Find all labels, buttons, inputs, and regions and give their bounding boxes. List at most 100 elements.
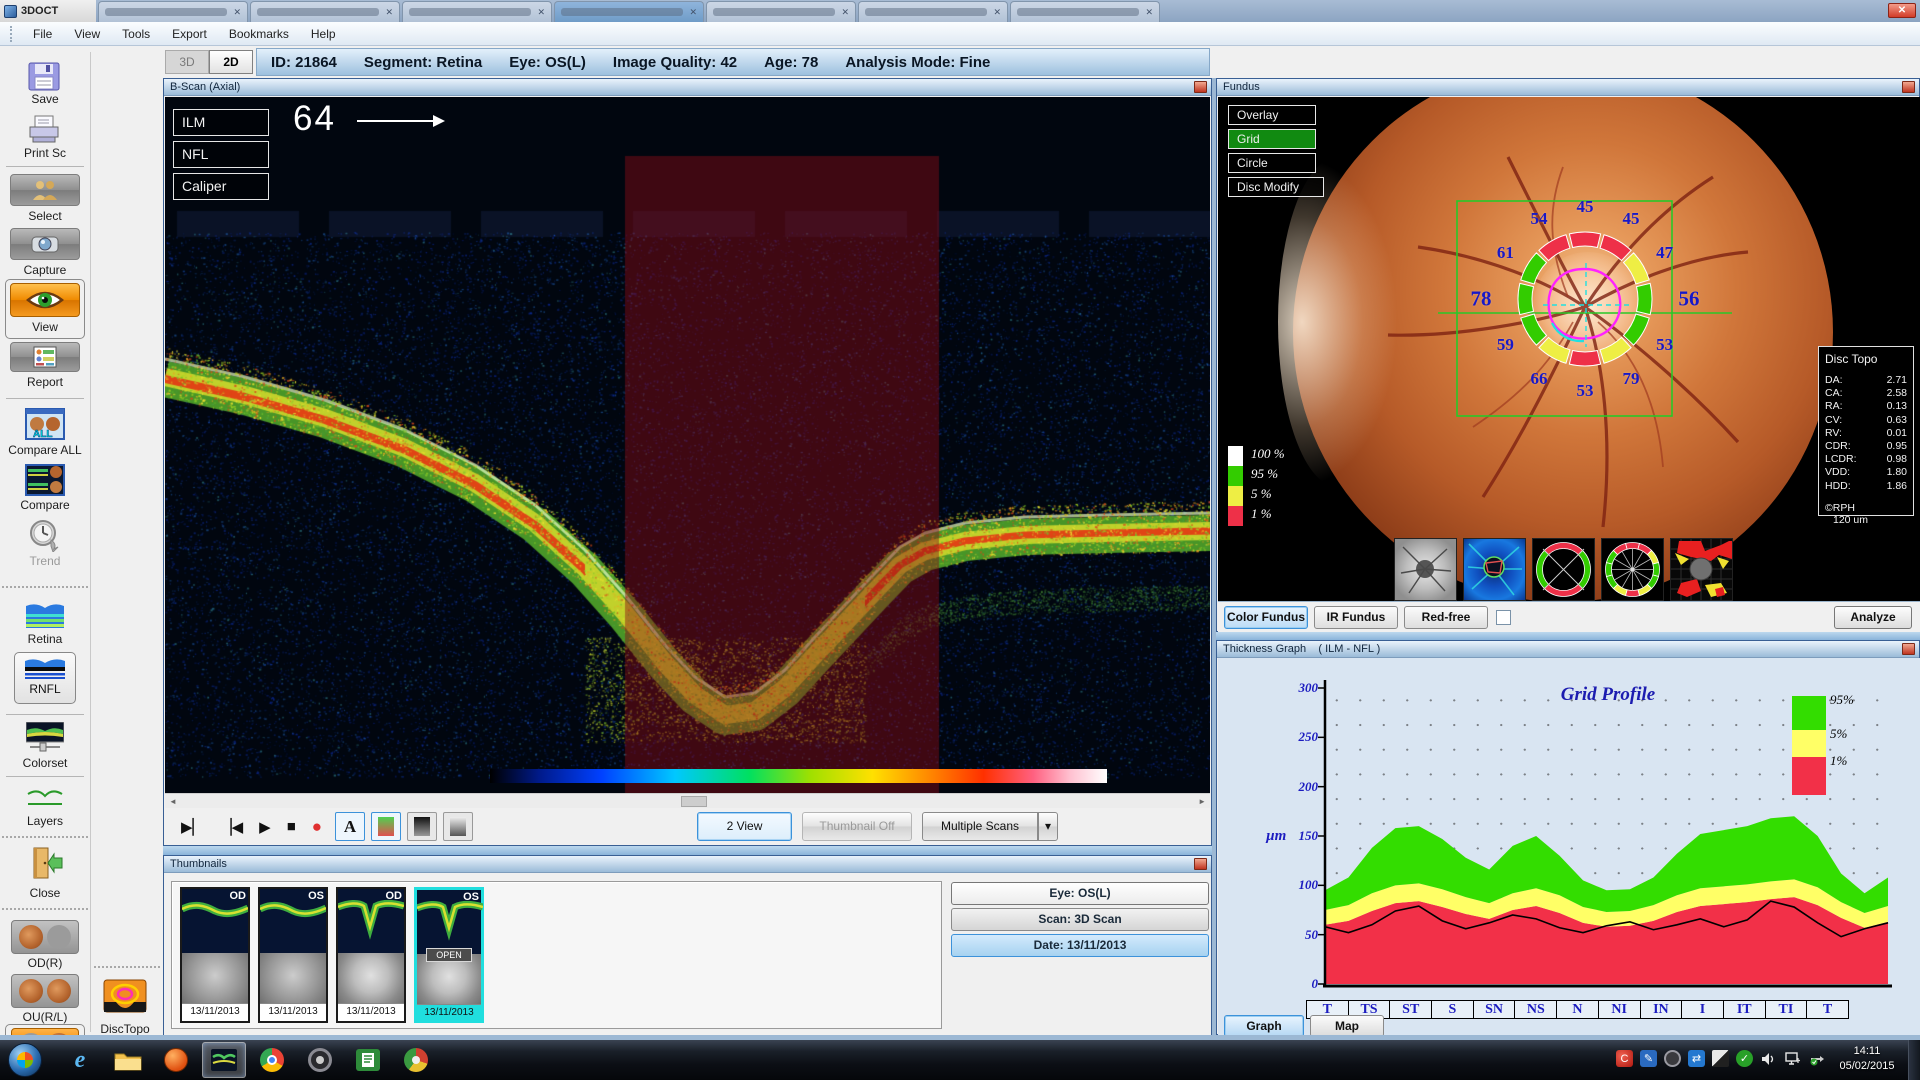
sidebar-item-capture[interactable]: Capture xyxy=(0,263,90,277)
sidebar-item-save[interactable]: Save xyxy=(0,92,90,106)
menu-item-tools[interactable]: Tools xyxy=(111,24,161,44)
analyze-button[interactable]: Analyze xyxy=(1834,606,1912,629)
grayscale-button[interactable] xyxy=(407,812,437,841)
record-icon[interactable]: ● xyxy=(312,817,322,837)
menu-item-export[interactable]: Export xyxy=(161,24,218,44)
two-view-button[interactable]: 2 View xyxy=(697,812,792,841)
camera-tray-icon[interactable] xyxy=(1664,1050,1681,1067)
sidebar-item-layers[interactable]: Layers xyxy=(0,814,90,828)
caliper-button[interactable]: Caliper xyxy=(173,173,269,200)
sidebar-item-od[interactable]: OD(R) xyxy=(0,956,90,970)
fundus-image-area[interactable]: 454547565379536659786154 Overlay Grid Ci… xyxy=(1218,97,1920,601)
capture-button[interactable] xyxy=(10,228,80,260)
taskbar-recorder-icon[interactable] xyxy=(298,1042,342,1078)
annotation-button[interactable]: A xyxy=(335,812,365,841)
disc-modify-button[interactable]: Disc Modify xyxy=(1228,177,1324,197)
background-tab[interactable]: ✕ xyxy=(706,1,856,22)
circle-button[interactable]: Circle xyxy=(1228,153,1316,173)
ir-fundus-button[interactable]: IR Fundus xyxy=(1314,606,1398,629)
colorset-icon[interactable] xyxy=(26,722,64,752)
close-icon[interactable]: ✕ xyxy=(1888,3,1916,18)
sidebar-item-close[interactable]: Close xyxy=(0,886,90,900)
eraser-tray-icon[interactable] xyxy=(1712,1050,1729,1067)
scan-thumbnail-2[interactable]: OS13/11/2013 xyxy=(258,887,328,1023)
trend-icon[interactable] xyxy=(27,518,63,552)
disctopo-icon[interactable] xyxy=(102,978,148,1020)
red-free-button[interactable]: Red-free xyxy=(1404,606,1488,629)
sidebar-item-report[interactable]: Report xyxy=(0,375,90,389)
paint-tray-icon[interactable]: ✎ xyxy=(1640,1050,1657,1067)
layers-icon[interactable] xyxy=(26,786,64,810)
inverse-gray-button[interactable] xyxy=(443,812,473,841)
taskbar-office-icon[interactable] xyxy=(346,1042,390,1078)
taskbar-clock[interactable]: 14:11 05/02/2015 xyxy=(1830,1044,1904,1074)
tab-close-icon[interactable]: ✕ xyxy=(993,7,1001,18)
taskbar-3doct-icon[interactable] xyxy=(202,1042,246,1078)
menu-item-view[interactable]: View xyxy=(63,24,111,44)
background-tab[interactable]: ✕ xyxy=(554,1,704,22)
sidebar-item-select[interactable]: Select xyxy=(0,209,90,223)
quadrant-ring-thumb[interactable] xyxy=(1532,538,1595,601)
sidebar-item-compare[interactable]: Compare xyxy=(0,498,90,512)
background-tab[interactable]: ✕ xyxy=(98,1,248,22)
antivirus-tray-icon[interactable]: ✓ xyxy=(1736,1050,1753,1067)
background-tab[interactable]: ✕ xyxy=(250,1,400,22)
color-scale-button[interactable] xyxy=(371,812,401,841)
graph-tab-button[interactable]: Graph xyxy=(1224,1015,1304,1037)
tab-close-icon[interactable]: ✕ xyxy=(233,7,241,18)
menu-item-help[interactable]: Help xyxy=(300,24,347,44)
volume-tray-icon[interactable] xyxy=(1760,1050,1777,1067)
compare-icon[interactable] xyxy=(25,464,65,496)
usb-tray-icon[interactable] xyxy=(1808,1050,1825,1067)
taskbar-app-icon[interactable] xyxy=(394,1042,438,1078)
background-tab[interactable]: ✕ xyxy=(402,1,552,22)
thickness-minimize-icon[interactable] xyxy=(1902,643,1915,655)
scrollbar-right-arrow[interactable]: ► xyxy=(1198,797,1206,806)
retina-icon[interactable] xyxy=(26,600,64,628)
taskbar-media-icon[interactable] xyxy=(154,1042,198,1078)
select-button[interactable] xyxy=(10,174,80,206)
tab-close-icon[interactable]: ✕ xyxy=(841,7,849,18)
tab-close-icon[interactable]: ✕ xyxy=(689,7,697,18)
bscan-minimize-icon[interactable] xyxy=(1194,81,1207,93)
print-icon[interactable] xyxy=(27,114,61,144)
taskbar-explorer-icon[interactable] xyxy=(106,1042,150,1078)
background-tab[interactable]: ✕ xyxy=(858,1,1008,22)
taskbar-ie-icon[interactable]: e xyxy=(58,1042,102,1078)
scan-thumbnail-3[interactable]: OD13/11/2013 xyxy=(336,887,406,1023)
multiple-scans-select[interactable]: Multiple Scans xyxy=(922,812,1038,841)
thumbnails-minimize-icon[interactable] xyxy=(1194,858,1207,870)
skip-start-icon[interactable]: ▕◀ xyxy=(220,818,243,836)
network-tray-icon[interactable] xyxy=(1784,1050,1801,1067)
stop-icon[interactable]: ■ xyxy=(287,818,296,835)
significance-map-thumb[interactable] xyxy=(1670,538,1733,601)
eye-selector-button[interactable]: Eye: OS(L) xyxy=(951,882,1209,905)
scan-type-button[interactable]: Scan: 3D Scan xyxy=(951,908,1209,931)
gray-fundus-thumb[interactable] xyxy=(1394,538,1457,601)
nfl-button[interactable]: NFL xyxy=(173,141,269,168)
compare-all-icon[interactable]: ALL xyxy=(25,408,65,440)
clock-hour-ring-thumb[interactable] xyxy=(1601,538,1664,601)
start-button[interactable] xyxy=(8,1043,42,1077)
scan-thumbnail-4[interactable]: OSOPEN13/11/2013 xyxy=(414,887,484,1023)
show-desktop-button[interactable] xyxy=(1908,1040,1920,1080)
scrollbar-left-arrow[interactable]: ◄ xyxy=(169,797,177,806)
ou-both-eyes-button[interactable] xyxy=(11,974,79,1008)
sidebar-item-ou[interactable]: OU(R/L) xyxy=(0,1010,90,1024)
tab-close-icon[interactable]: ✕ xyxy=(1145,7,1153,18)
menu-item-bookmarks[interactable]: Bookmarks xyxy=(218,24,300,44)
map-tab-button[interactable]: Map xyxy=(1310,1015,1384,1037)
scrollbar-thumb[interactable] xyxy=(681,796,707,807)
thickness-map-thumb[interactable] xyxy=(1463,538,1526,601)
rnfl-button[interactable]: RNFL xyxy=(14,652,76,704)
taskbar-chrome-icon[interactable] xyxy=(250,1042,294,1078)
save-icon[interactable] xyxy=(27,62,61,92)
teamviewer-tray-icon[interactable]: ⇄ xyxy=(1688,1050,1705,1067)
play-icon[interactable]: ▶ xyxy=(259,818,271,836)
sidebar-item-colorset[interactable]: Colorset xyxy=(0,756,90,770)
skip-end-icon[interactable]: ▶▏ xyxy=(181,818,204,836)
grid-button[interactable]: Grid xyxy=(1228,129,1316,149)
ccleaner-tray-icon[interactable]: C xyxy=(1616,1050,1633,1067)
fundus-minimize-icon[interactable] xyxy=(1902,81,1915,93)
sidebar-item-disctopo[interactable]: DiscTopo xyxy=(80,1022,170,1036)
